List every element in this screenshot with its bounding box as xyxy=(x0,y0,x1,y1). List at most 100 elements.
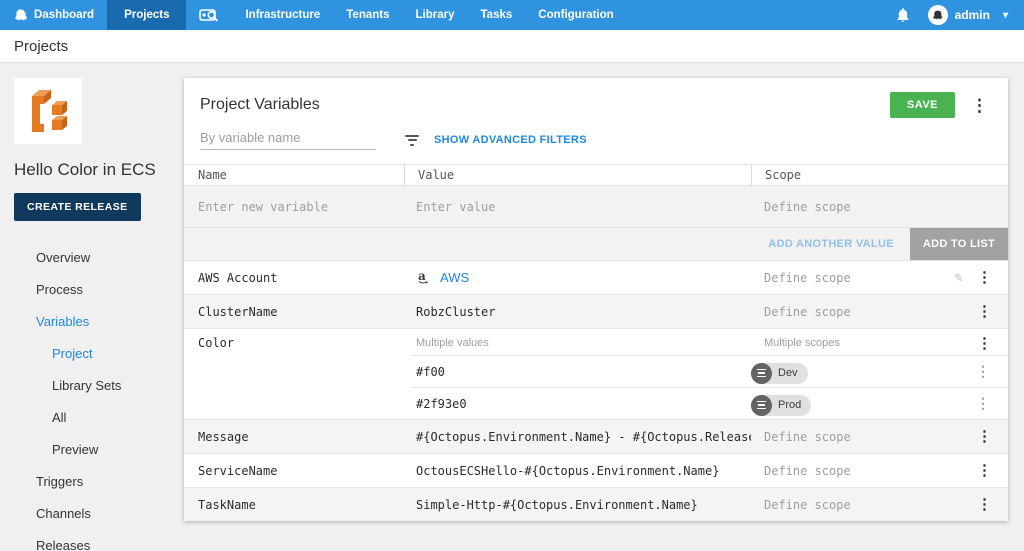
top-navbar: Dashboard Projects Infrastructure Tenant… xyxy=(0,0,1024,30)
variable-name: ClusterName xyxy=(184,305,404,319)
project-variables-card: Project Variables SAVE ⋮ SHOW ADVANCED F… xyxy=(184,78,1008,521)
nav-item-configuration[interactable]: Configuration xyxy=(525,0,626,30)
table-row: AWS Account a AWS Define scope ✎ ⋮ xyxy=(184,260,1008,294)
chip-label: Prod xyxy=(778,399,801,411)
user-menu[interactable]: admin ▾ xyxy=(928,5,1014,25)
project-sidebar: Hello Color in ECS CREATE RELEASE Overvi… xyxy=(0,62,182,551)
table-row-multi: Color Multiple values Multiple scopes ⋮ … xyxy=(184,328,1008,419)
nav-label: Projects xyxy=(124,9,169,21)
variable-sub-row: #f00 Dev ⋮ xyxy=(412,355,1008,387)
sidebar-item-preview[interactable]: Preview xyxy=(14,433,182,465)
nav-item-dashboard[interactable]: Dashboard xyxy=(0,0,107,30)
svg-text:a: a xyxy=(418,269,426,283)
nav-item-infrastructure[interactable]: Infrastructure xyxy=(232,0,333,30)
row-overflow-menu-icon[interactable]: ⋮ xyxy=(971,429,998,444)
project-name: Hello Color in ECS xyxy=(14,160,182,180)
nav-label: Infrastructure xyxy=(245,9,320,21)
breadcrumb[interactable]: Projects xyxy=(14,38,68,55)
row-overflow-menu-icon[interactable]: ⋮ xyxy=(971,497,998,512)
ecs-logo-icon xyxy=(20,83,76,139)
row-overflow-menu-icon[interactable]: ⋮ xyxy=(970,365,996,379)
show-advanced-filters-link[interactable]: SHOW ADVANCED FILTERS xyxy=(434,134,587,146)
row-overflow-menu-icon[interactable]: ⋮ xyxy=(971,336,998,351)
project-search-icon xyxy=(199,8,219,22)
overflow-menu-icon[interactable]: ⋮ xyxy=(965,97,994,114)
environment-icon xyxy=(751,363,772,384)
sidebar-item-library-sets[interactable]: Library Sets xyxy=(14,369,182,401)
add-another-value-button[interactable]: ADD ANOTHER VALUE xyxy=(768,238,894,250)
nav-label: Configuration xyxy=(538,9,613,21)
variable-value[interactable]: Simple-Http-#{Octopus.Environment.Name} xyxy=(404,498,751,512)
table-row: Message #{Octopus.Environment.Name} - #{… xyxy=(184,419,1008,453)
new-variable-name-field[interactable]: Enter new variable xyxy=(184,200,404,214)
nav-label: Dashboard xyxy=(34,9,94,21)
new-variable-row: Enter new variable Enter value Define sc… xyxy=(184,185,1008,227)
sidebar-item-all[interactable]: All xyxy=(14,401,182,433)
nav-item-tasks[interactable]: Tasks xyxy=(468,0,526,30)
aws-account-link[interactable]: AWS xyxy=(440,270,469,285)
add-buttons-row: ADD ANOTHER VALUE ADD TO LIST xyxy=(184,227,1008,260)
create-release-button[interactable]: CREATE RELEASE xyxy=(14,193,141,221)
variable-name: Message xyxy=(184,430,404,444)
variable-name: TaskName xyxy=(184,498,404,512)
new-variable-value-field[interactable]: Enter value xyxy=(404,200,751,214)
nav-item-library[interactable]: Library xyxy=(403,0,468,30)
variable-scope[interactable]: Define scope xyxy=(751,430,944,444)
new-variable-scope-field[interactable]: Define scope xyxy=(751,200,944,214)
project-logo xyxy=(14,78,82,144)
variable-scope[interactable]: Define scope xyxy=(751,271,944,285)
edit-icon[interactable]: ✎ xyxy=(955,270,963,286)
variable-filter xyxy=(200,130,376,150)
add-to-list-button[interactable]: ADD TO LIST xyxy=(910,228,1008,260)
variable-scope-summary: Multiple scopes xyxy=(751,337,944,349)
row-overflow-menu-icon[interactable]: ⋮ xyxy=(971,463,998,478)
nav-label: Tasks xyxy=(481,9,513,21)
table-header-row: Name Value Scope xyxy=(184,165,1008,185)
variables-table: Name Value Scope Enter new variable Ente… xyxy=(184,164,1008,521)
variable-value[interactable]: #{Octopus.Environment.Name} - #{Octopus.… xyxy=(404,430,751,444)
page-title: Project Variables xyxy=(200,96,890,114)
username: admin xyxy=(955,8,990,22)
chip-label: Dev xyxy=(778,367,798,379)
variable-name: Color xyxy=(184,336,404,350)
sidebar-item-releases[interactable]: Releases xyxy=(14,529,182,551)
row-overflow-menu-icon[interactable]: ⋮ xyxy=(971,304,998,319)
sidebar-item-overview[interactable]: Overview xyxy=(14,241,182,273)
variable-value[interactable]: RobzCluster xyxy=(404,305,751,319)
nav-item-projects[interactable]: Projects xyxy=(107,0,186,30)
row-overflow-menu-icon[interactable]: ⋮ xyxy=(970,397,996,411)
nav-item-tenants[interactable]: Tenants xyxy=(333,0,402,30)
sidebar-item-triggers[interactable]: Triggers xyxy=(14,465,182,497)
variable-value[interactable]: #2f93e0 xyxy=(412,397,751,411)
nav-label: Tenants xyxy=(346,9,389,21)
save-button[interactable]: SAVE xyxy=(890,92,955,118)
variable-scope[interactable]: Define scope xyxy=(751,464,944,478)
nav-item-project-search[interactable] xyxy=(186,0,232,30)
sidebar-item-variables[interactable]: Variables xyxy=(14,305,182,337)
breadcrumb-bar: Projects xyxy=(0,30,1024,62)
scope-chip-prod[interactable]: Prod xyxy=(751,395,811,416)
environment-icon xyxy=(751,395,772,416)
sidebar-item-project[interactable]: Project xyxy=(14,337,182,369)
variable-value[interactable]: OctousECSHello-#{Octopus.Environment.Nam… xyxy=(404,464,751,478)
variable-sub-row: #2f93e0 Prod ⋮ xyxy=(412,387,1008,419)
sidebar-nav: Overview Process Variables Project Libra… xyxy=(14,241,182,551)
variable-name: AWS Account xyxy=(184,271,404,285)
nav-label: Library xyxy=(416,9,455,21)
notifications-bell-icon[interactable] xyxy=(882,8,924,23)
variable-scope[interactable]: Define scope xyxy=(751,305,944,319)
variable-value-summary: Multiple values xyxy=(404,337,751,349)
variable-filter-input[interactable] xyxy=(200,130,376,145)
row-overflow-menu-icon[interactable]: ⋮ xyxy=(971,270,998,285)
variable-value[interactable]: #f00 xyxy=(412,365,751,379)
table-row: ClusterName RobzCluster Define scope ⋮ xyxy=(184,294,1008,328)
chevron-down-icon: ▾ xyxy=(1003,10,1008,21)
sidebar-item-channels[interactable]: Channels xyxy=(14,497,182,529)
variable-scope[interactable]: Define scope xyxy=(751,498,944,512)
column-header-value: Value xyxy=(404,165,751,185)
column-header-scope: Scope xyxy=(751,165,1008,185)
sidebar-item-process[interactable]: Process xyxy=(14,273,182,305)
table-row: TaskName Simple-Http-#{Octopus.Environme… xyxy=(184,487,1008,521)
scope-chip-dev[interactable]: Dev xyxy=(751,363,808,384)
table-row: ServiceName OctousECSHello-#{Octopus.Env… xyxy=(184,453,1008,487)
